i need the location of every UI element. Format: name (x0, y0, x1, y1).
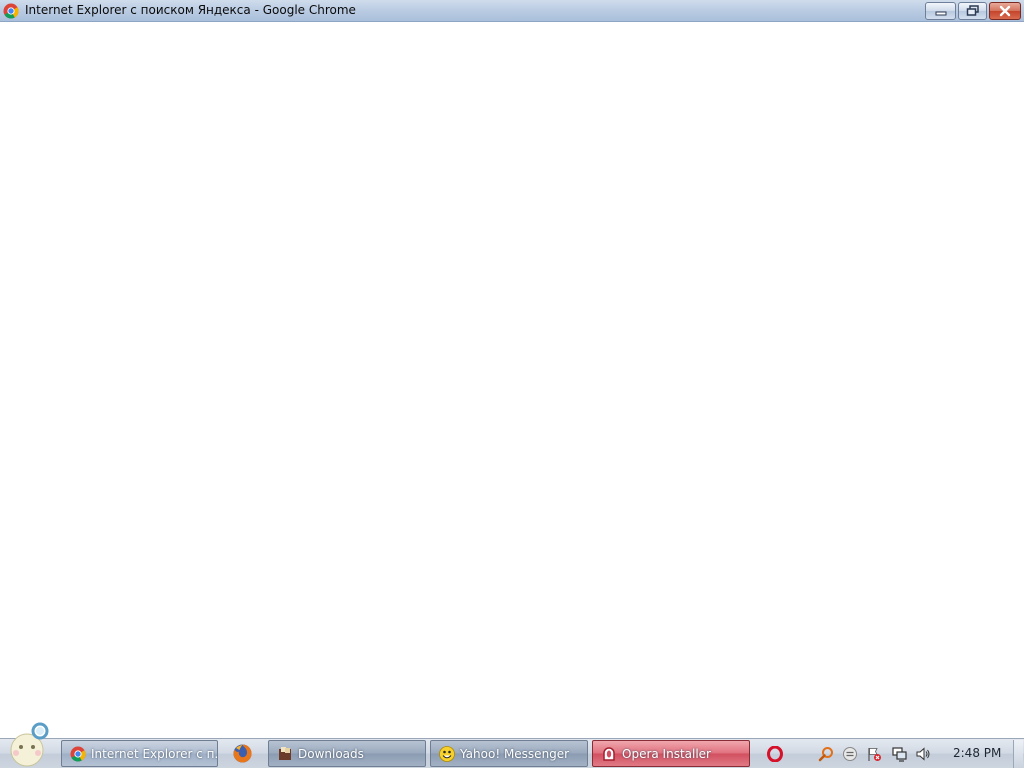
minimize-icon (935, 11, 946, 16)
firefox-icon[interactable] (232, 743, 253, 764)
restore-button[interactable] (958, 2, 987, 20)
volume-icon[interactable] (915, 746, 931, 762)
action-center-flag-icon[interactable] (866, 746, 882, 762)
taskbar-clock[interactable]: 2:48 PM (953, 746, 1001, 760)
close-button[interactable] (989, 2, 1021, 20)
task-label: Internet Explorer с п... (91, 746, 218, 761)
task-chrome-window[interactable]: Internet Explorer с п... (61, 740, 218, 767)
messenger-status-icon[interactable] (842, 746, 858, 762)
task-downloads[interactable]: Downloads (268, 740, 426, 767)
task-label: Downloads (298, 746, 364, 761)
opera-icon[interactable] (767, 746, 783, 762)
task-yahoo-messenger[interactable]: Yahoo! Messenger (430, 740, 588, 767)
opera-installer-icon (603, 746, 615, 761)
window-title: Internet Explorer с поиском Яндекса - Go… (25, 3, 356, 17)
network-icon[interactable] (891, 746, 907, 762)
show-desktop-button[interactable] (1013, 740, 1023, 768)
task-opera-installer[interactable]: Opera Installer (592, 740, 750, 767)
task-label: Yahoo! Messenger (460, 746, 570, 761)
window-titlebar[interactable]: Internet Explorer с поиском Яндекса - Go… (0, 0, 1024, 22)
windows-start-orb[interactable] (5, 720, 49, 768)
downloads-folder-icon (279, 746, 291, 760)
task-label: Opera Installer (622, 746, 711, 761)
close-icon (999, 5, 1011, 17)
chrome-icon (70, 746, 86, 762)
minimize-button[interactable] (925, 2, 956, 20)
yahoo-messenger-icon (439, 745, 455, 762)
search-icon[interactable] (818, 746, 834, 762)
browser-content-area[interactable] (0, 22, 1024, 738)
restore-icon (966, 5, 979, 16)
chrome-icon (3, 3, 19, 19)
